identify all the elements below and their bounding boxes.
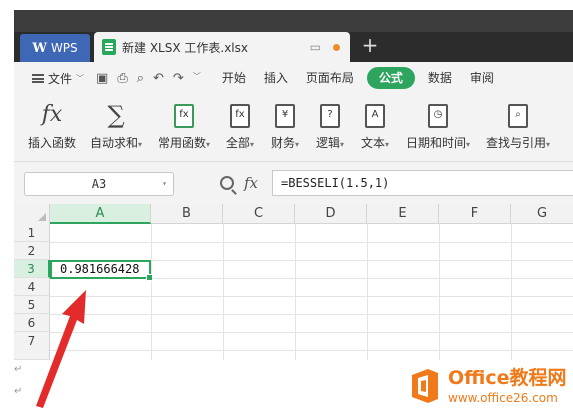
- logic-icon: ?: [320, 104, 341, 128]
- column-divider: [223, 224, 224, 360]
- column-divider: [367, 224, 368, 360]
- print-preview-icon[interactable]: ⌕: [137, 71, 144, 86]
- redo-icon[interactable]: ↷: [173, 71, 184, 86]
- menu-tabs: 开始 插入 页面布局 公式 数据 审阅: [213, 67, 503, 89]
- name-box-chevron-icon[interactable]: ▾: [162, 173, 167, 195]
- wps-home-tab[interactable]: W WPS: [20, 34, 90, 62]
- brand-url: www.office26.com: [448, 390, 558, 405]
- new-tab-button[interactable]: +: [358, 34, 382, 58]
- common-functions-button[interactable]: fx 常用函数▾: [158, 100, 210, 151]
- column-divider: [295, 224, 296, 360]
- lookup-icon: ⌕: [508, 104, 529, 128]
- column-header-a[interactable]: A: [50, 204, 151, 224]
- file-menu-label: 文件: [48, 71, 73, 86]
- zoom-icon[interactable]: [220, 176, 234, 190]
- formula-bar-icons: fx: [220, 174, 258, 192]
- formula-input[interactable]: =BESSELI(1.5,1): [272, 170, 573, 196]
- row-divider: [50, 296, 573, 297]
- column-divider: [511, 224, 512, 360]
- office26-watermark: Office教程网 www.office26.com: [408, 362, 573, 410]
- chevron-down-icon: ﹀: [76, 73, 85, 83]
- paragraph-mark-icon: ↵: [14, 386, 23, 397]
- wps-logo-icon: W: [32, 40, 47, 56]
- formula-bar: A3 ▾ fx =BESSELI(1.5,1): [14, 162, 573, 204]
- more-chevron-icon[interactable]: ﹀: [193, 71, 201, 86]
- column-header-g[interactable]: G: [511, 204, 573, 224]
- finance-label: 财务: [271, 136, 296, 150]
- autosum-button[interactable]: ∑ 自动求和▾: [90, 100, 142, 151]
- sigma-icon: ∑: [107, 101, 125, 129]
- row-header-1[interactable]: 1: [14, 224, 50, 242]
- tab-data[interactable]: 数据: [419, 67, 461, 89]
- lookup-label: 查找与引用: [486, 136, 547, 150]
- select-all-corner[interactable]: [14, 204, 50, 224]
- text-functions-label: 文本: [361, 136, 386, 150]
- tab-formulas[interactable]: 公式: [366, 67, 415, 89]
- insert-function-label: 插入函数: [28, 136, 77, 150]
- logic-label: 逻辑: [316, 136, 341, 150]
- name-box[interactable]: A3 ▾: [24, 172, 174, 196]
- all-functions-button[interactable]: fx 全部▾: [226, 100, 254, 151]
- undo-icon[interactable]: ↶: [153, 71, 164, 86]
- name-box-value: A3: [91, 177, 107, 191]
- insert-function-fx-icon[interactable]: fx: [244, 174, 258, 192]
- print-icon[interactable]: ⎙: [117, 71, 127, 86]
- column-header-c[interactable]: C: [223, 204, 295, 224]
- column-divider: [151, 224, 152, 360]
- row-header-3[interactable]: 3: [14, 260, 50, 278]
- insert-function-button[interactable]: fx 插入函数: [28, 100, 76, 151]
- common-functions-icon: fx: [174, 104, 195, 128]
- row-divider: [50, 314, 573, 315]
- finance-button[interactable]: ¥ 财务▾: [271, 100, 299, 151]
- menu-bar: 文件 ﹀ ▣ ⎙ ⌕ ↶ ↷ ﹀ 开始 插入 页面布局 公式 数据 审阅: [14, 62, 573, 94]
- wps-tab-label: WPS: [50, 41, 78, 55]
- text-icon: A: [365, 104, 386, 128]
- column-header-d[interactable]: D: [295, 204, 367, 224]
- tab-actions: ▭: [310, 40, 340, 54]
- all-functions-icon: fx: [230, 104, 251, 128]
- column-divider: [439, 224, 440, 360]
- save-icon[interactable]: ▣: [96, 71, 108, 86]
- column-headers: A B C D E F G: [14, 204, 573, 224]
- datetime-button[interactable]: ◷ 日期和时间▾: [406, 100, 470, 151]
- file-menu[interactable]: 文件 ﹀: [32, 70, 84, 87]
- column-header-b[interactable]: B: [151, 204, 223, 224]
- hamburger-icon: [32, 73, 44, 83]
- document-tab-title: 新建 XLSX 工作表.xlsx: [122, 40, 248, 55]
- office-logo-icon: [412, 369, 438, 403]
- row-divider: [50, 350, 573, 351]
- datetime-icon: ◷: [428, 104, 449, 128]
- quick-access-toolbar: ▣ ⎙ ⌕ ↶ ↷ ﹀: [96, 71, 201, 86]
- formula-ribbon: fx 插入函数 ∑ 自动求和▾ fx 常用函数▾ fx 全部▾ ¥ 财务▾ ? …: [14, 94, 573, 162]
- cell-a3[interactable]: 0.981666428: [50, 260, 153, 281]
- tab-page-layout[interactable]: 页面布局: [297, 67, 363, 89]
- document-tab[interactable]: 新建 XLSX 工作表.xlsx ▭: [94, 32, 350, 62]
- column-header-f[interactable]: F: [439, 204, 511, 224]
- logic-button[interactable]: ? 逻辑▾: [316, 100, 344, 151]
- all-functions-label: 全部: [226, 136, 251, 150]
- row-header-2[interactable]: 2: [14, 242, 50, 260]
- red-arrow-annotation: [36, 290, 86, 408]
- paragraph-mark-icon: ↵: [14, 364, 23, 375]
- datetime-label: 日期和时间: [406, 136, 467, 150]
- tab-home[interactable]: 开始: [213, 67, 255, 89]
- autosum-label: 自动求和: [90, 136, 139, 150]
- text-functions-button[interactable]: A 文本▾: [361, 100, 389, 151]
- spreadsheet-icon: [102, 39, 116, 55]
- fx-icon: fx: [41, 102, 63, 127]
- tab-review[interactable]: 审阅: [461, 67, 503, 89]
- finance-icon: ¥: [275, 104, 296, 128]
- row-divider: [50, 332, 573, 333]
- row-divider: [50, 242, 573, 243]
- red-arrow-shape: [36, 290, 86, 408]
- lookup-button[interactable]: ⌕ 查找与引用▾: [486, 100, 550, 151]
- common-functions-label: 常用函数: [158, 136, 207, 150]
- tab-insert[interactable]: 插入: [255, 67, 297, 89]
- unsaved-dot-icon: [333, 43, 340, 51]
- title-bar-strip: [14, 10, 573, 32]
- title-bar: W WPS 新建 XLSX 工作表.xlsx ▭ +: [14, 10, 573, 62]
- brand-title: Office教程网: [448, 366, 567, 389]
- monitor-icon[interactable]: ▭: [310, 40, 321, 54]
- column-header-e[interactable]: E: [367, 204, 439, 224]
